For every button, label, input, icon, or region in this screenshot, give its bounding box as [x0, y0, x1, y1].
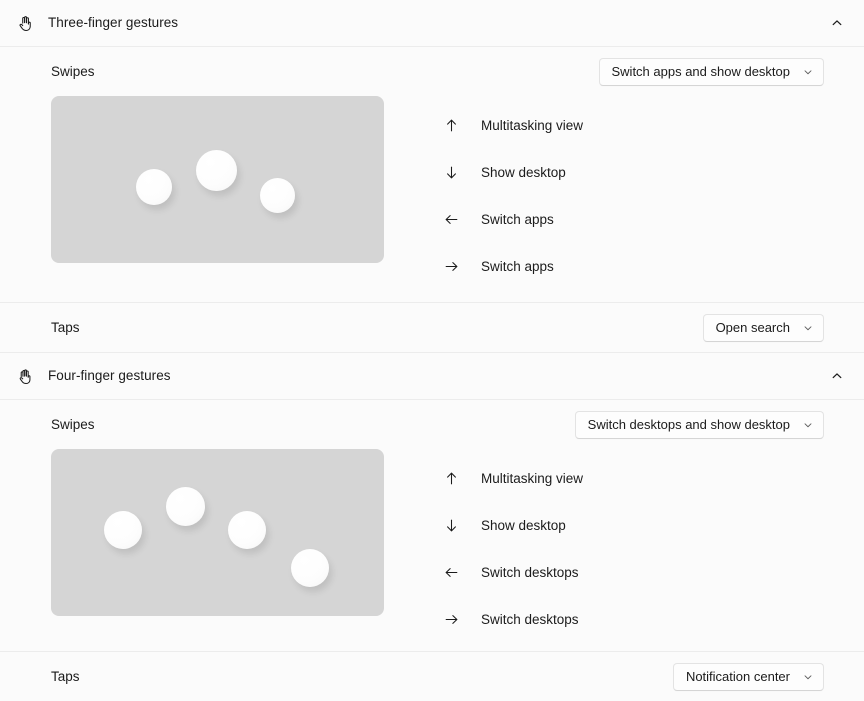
chevron-down-icon-taps-four-finger	[802, 671, 814, 683]
combobox-taps-four-finger[interactable]: Notification center	[672, 662, 824, 691]
legend-item: Switch desktops	[441, 596, 583, 643]
legend-label: Switch desktops	[481, 565, 579, 580]
legend-item: Show desktop	[441, 502, 583, 549]
legend-item: Show desktop	[441, 149, 583, 196]
hand-three-finger-icon	[12, 10, 38, 36]
arrow-down-icon	[441, 163, 461, 183]
finger-dot	[136, 169, 172, 205]
chevron-up-icon-three-finger[interactable]	[824, 10, 850, 36]
finger-dot	[196, 150, 237, 191]
arrow-up-icon	[441, 469, 461, 489]
arrow-left-icon	[441, 210, 461, 230]
gesture-legend-four-finger: Multitasking view Show desktop Switch de…	[384, 449, 583, 643]
touchpad-gestures-settings-page: Three-finger gestures Swipes Switch apps…	[0, 0, 864, 701]
touchpad-surface-four-finger	[51, 449, 384, 616]
combobox-taps-three-finger-value: Open search	[715, 320, 790, 335]
section-header-three-finger[interactable]: Three-finger gestures	[0, 0, 864, 47]
finger-dot	[166, 487, 205, 526]
chevron-down-icon-swipes-four-finger	[802, 419, 814, 431]
combobox-taps-three-finger[interactable]: Open search	[702, 313, 824, 342]
legend-label: Switch apps	[481, 259, 554, 274]
gesture-preview-four-finger: Multitasking view Show desktop Switch de…	[0, 449, 864, 643]
row-swipes-four-finger: Swipes Switch desktops and show desktop	[0, 400, 864, 449]
combobox-swipes-four-finger[interactable]: Switch desktops and show desktop	[574, 410, 824, 439]
legend-item: Multitasking view	[441, 102, 583, 149]
chevron-down-icon-swipes-three-finger	[802, 66, 814, 78]
gesture-legend-three-finger: Multitasking view Show desktop Switch ap…	[384, 96, 583, 290]
section-three-finger-gestures: Three-finger gestures Swipes Switch apps…	[0, 0, 864, 352]
chevron-down-icon-taps-three-finger	[802, 322, 814, 334]
finger-dot	[260, 178, 295, 213]
chevron-up-icon-four-finger[interactable]	[824, 363, 850, 389]
section-body-four-finger: Swipes Switch desktops and show desktop	[0, 400, 864, 701]
gesture-preview-three-finger: Multitasking view Show desktop Switch ap…	[0, 96, 864, 290]
arrow-right-icon	[441, 610, 461, 630]
combobox-taps-four-finger-value: Notification center	[685, 669, 790, 684]
legend-label: Show desktop	[481, 165, 566, 180]
row-label-taps-four-finger: Taps	[51, 669, 80, 684]
combobox-taps-three-finger-container: Open search	[702, 313, 824, 342]
legend-item: Multitasking view	[441, 455, 583, 502]
combobox-taps-four-finger-container: Notification center	[672, 662, 824, 691]
arrow-up-icon	[441, 116, 461, 136]
legend-label: Multitasking view	[481, 118, 584, 133]
finger-dot	[104, 511, 142, 549]
legend-item: Switch apps	[441, 196, 583, 243]
combobox-swipes-three-finger-value: Switch apps and show desktop	[611, 64, 791, 79]
row-label-taps-three-finger: Taps	[51, 320, 80, 335]
section-four-finger-gestures: Four-finger gestures Swipes Switch deskt…	[0, 353, 864, 701]
legend-item: Switch apps	[441, 243, 583, 290]
row-swipes-three-finger: Swipes Switch apps and show desktop	[0, 47, 864, 96]
row-label-swipes-four-finger: Swipes	[51, 417, 95, 432]
legend-label: Switch apps	[481, 212, 554, 227]
finger-dot	[291, 549, 329, 587]
combobox-swipes-three-finger[interactable]: Switch apps and show desktop	[598, 57, 824, 86]
hand-four-finger-icon	[12, 363, 38, 389]
combobox-swipes-four-finger-value: Switch desktops and show desktop	[587, 417, 790, 432]
touchpad-surface-three-finger	[51, 96, 384, 263]
section-body-three-finger: Swipes Switch apps and show desktop Mult…	[0, 47, 864, 352]
section-title-three-finger: Three-finger gestures	[48, 15, 179, 31]
legend-label: Switch desktops	[481, 612, 579, 627]
row-taps-four-finger: Taps Notification center	[0, 651, 864, 701]
legend-item: Switch desktops	[441, 549, 583, 596]
combobox-swipes-four-finger-container: Switch desktops and show desktop	[574, 410, 824, 439]
arrow-left-icon	[441, 563, 461, 583]
finger-dot	[228, 511, 266, 549]
combobox-swipes-three-finger-container: Switch apps and show desktop	[598, 57, 824, 86]
arrow-down-icon	[441, 516, 461, 536]
legend-label: Multitasking view	[481, 471, 584, 486]
legend-label: Show desktop	[481, 518, 566, 533]
row-taps-three-finger: Taps Open search	[0, 302, 864, 352]
section-header-four-finger[interactable]: Four-finger gestures	[0, 353, 864, 400]
arrow-right-icon	[441, 257, 461, 277]
row-label-swipes-three-finger: Swipes	[51, 64, 95, 79]
section-title-four-finger: Four-finger gestures	[48, 368, 171, 384]
